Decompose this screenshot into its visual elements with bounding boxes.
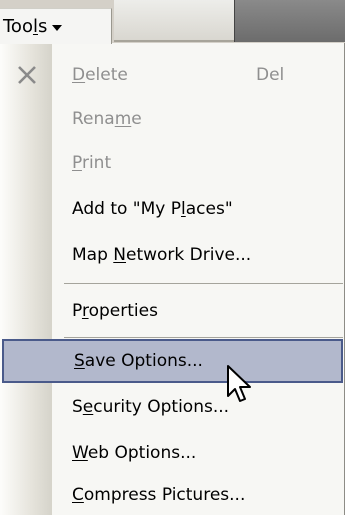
menu-item-properties[interactable]: Properties: [0, 289, 343, 333]
delete-x-icon: [18, 66, 36, 84]
menu-item-label: Security Options...: [72, 397, 230, 417]
chevron-down-icon: [52, 24, 63, 31]
menu-item-map-network-drive[interactable]: Map Network Drive...: [0, 233, 343, 277]
menu-item-label: Compress Pictures...: [72, 485, 246, 505]
menu-separator: [64, 283, 343, 284]
menu-item-label: Add to "My Places": [72, 199, 233, 219]
menu-item-security-options[interactable]: Security Options...: [0, 385, 343, 429]
menu-item-delete[interactable]: Delete Del: [0, 53, 343, 97]
arrow-cursor-icon: [227, 365, 251, 402]
menu-item-label: Web Options...: [72, 443, 197, 463]
menu-item-shortcut: Del: [256, 65, 285, 85]
menu-item-compress-pictures[interactable]: Compress Pictures...: [0, 473, 343, 515]
menu-item-add-to-my-places[interactable]: Add to "My Places": [0, 187, 343, 231]
menu-item-label: Properties: [72, 301, 158, 321]
menu-item-print[interactable]: Print: [0, 141, 343, 185]
dialog-frame: Tools Delete Del Rename Print Add to "My…: [0, 0, 345, 515]
menu-item-label: Save Options...: [74, 351, 203, 371]
menu-item-label: Delete: [72, 65, 128, 85]
tools-menu-button[interactable]: Tools: [0, 8, 112, 44]
tools-label: Tools: [3, 16, 48, 37]
menu-item-label: Rename: [72, 109, 142, 129]
menu-item-rename[interactable]: Rename: [0, 97, 343, 141]
toolbar-dark-area: [234, 0, 345, 42]
tools-dropdown-menu: Delete Del Rename Print Add to "My Place…: [0, 43, 345, 515]
menu-item-web-options[interactable]: Web Options...: [0, 431, 343, 475]
menu-item-label: Print: [72, 153, 112, 173]
menu-item-label: Map Network Drive...: [72, 245, 252, 265]
menu-item-save-options[interactable]: Save Options...: [2, 339, 343, 383]
menu-separator: [64, 337, 343, 338]
toolbar-empty-area: [114, 0, 234, 42]
